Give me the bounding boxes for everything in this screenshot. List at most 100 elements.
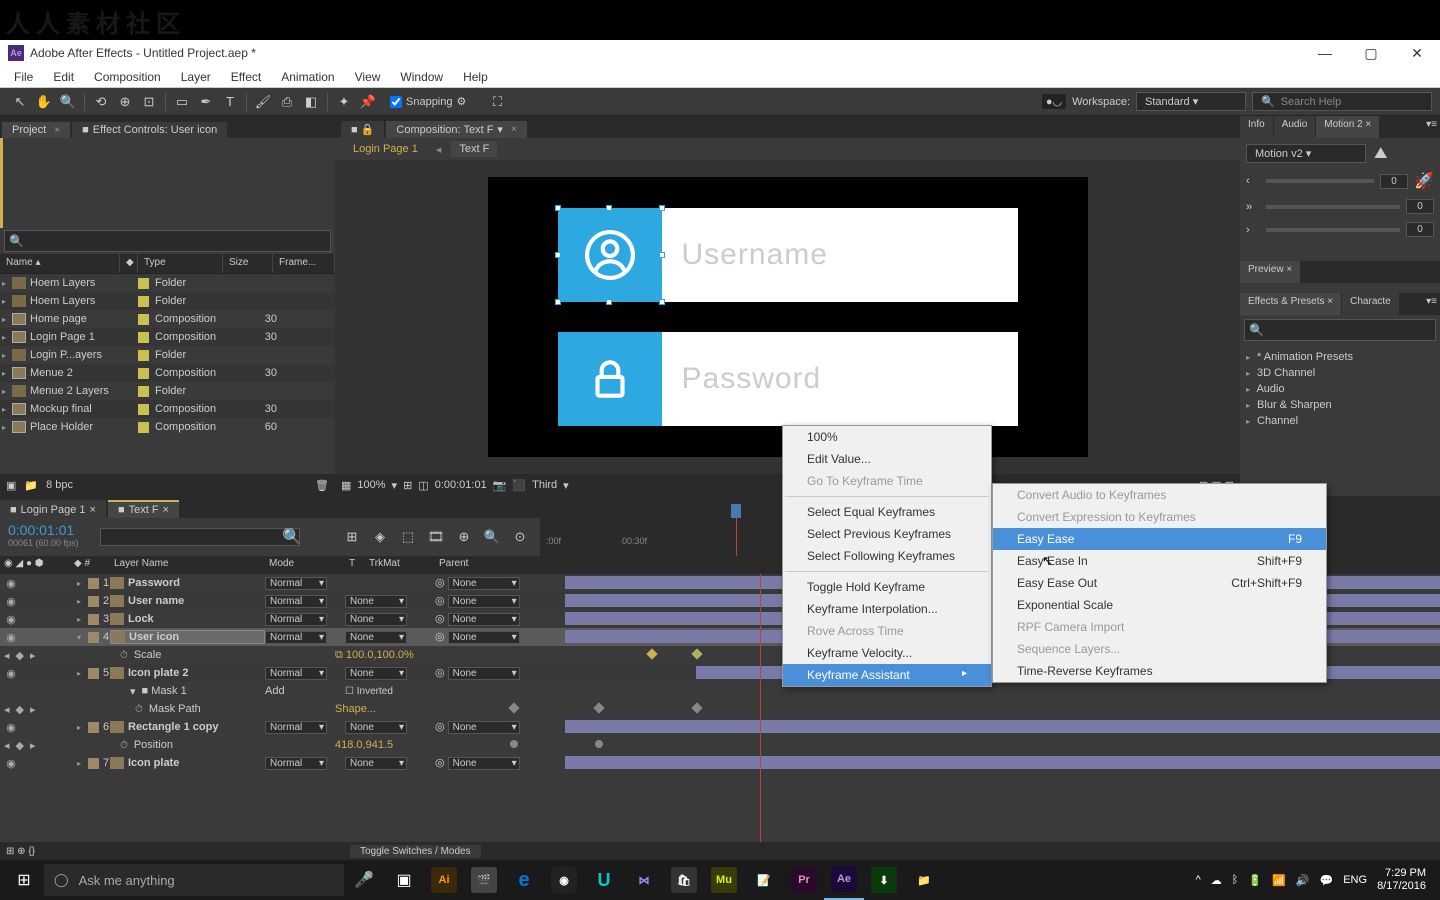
tray-action-icon[interactable]: 💬 [1320,874,1334,887]
tab-effects-presets[interactable]: Effects & Presets × [1240,293,1341,315]
context-menu-item[interactable]: Keyframe Velocity... [783,642,991,664]
context-menu-item[interactable]: 100% [783,426,991,448]
tl-tab-textf[interactable]: ■ Text F × [108,500,179,518]
project-row[interactable]: ▸Menue 2Composition30 [0,364,335,382]
context-menu-item[interactable]: Select Previous Keyframes [783,523,991,545]
app-muse[interactable]: Mu [704,860,744,900]
taskview-icon[interactable]: ▣ [384,860,424,900]
rect-tool-icon[interactable]: ▭ [171,91,193,113]
slider1-value[interactable]: 0 [1380,174,1408,189]
menu-effect[interactable]: Effect [221,70,271,84]
toggle-switches-button[interactable]: Toggle Switches / Modes [350,845,481,858]
timecode-display[interactable]: 0:00:01:01 [8,522,92,538]
tl-tab-login[interactable]: ■ Login Page 1 × [0,500,106,518]
tl-icon5[interactable]: ⊕ [453,526,475,548]
eraser-tool-icon[interactable]: ◧ [300,91,322,113]
preset-item[interactable]: ▸ 3D Channel [1244,365,1436,381]
preset-item[interactable]: ▸ Channel [1244,413,1436,429]
project-search-input[interactable]: 🔍 [4,230,331,252]
menu-window[interactable]: Window [390,70,453,84]
app-notes[interactable]: 📝 [744,860,784,900]
context-menu-item[interactable]: Easy Ease OutCtrl+Shift+F9 [993,572,1326,594]
app-illustrator[interactable]: Ai [424,860,464,900]
context-menu-item[interactable]: Select Following Keyframes [783,545,991,567]
tab-info[interactable]: Info [1240,116,1273,138]
project-row[interactable]: ▸Home pageComposition30 [0,310,335,328]
text-tool-icon[interactable]: T [219,91,241,113]
project-row[interactable]: ▸Menue 2 LayersFolder [0,382,335,400]
clone-tool-icon[interactable]: ⎙ [276,91,298,113]
menu-composition[interactable]: Composition [84,70,171,84]
col-t[interactable]: T [345,556,365,574]
start-button[interactable]: ⊞ [4,860,44,900]
zoom-select[interactable]: 100% [357,479,385,491]
project-row[interactable]: ▸Hoem LayersFolder [0,274,335,292]
context-menu-item[interactable]: Exponential Scale [993,594,1326,616]
app-edge[interactable]: e [504,860,544,900]
folder-new-icon[interactable]: 📁 [24,479,38,492]
preset-item[interactable]: ▸ Blur & Sharpen [1244,397,1436,413]
brush-tool-icon[interactable]: 🖌 [252,91,274,113]
interpret-icon[interactable]: ▣ [6,479,16,492]
snapshot-icon[interactable]: 📷 [493,479,507,492]
tray-wifi-icon[interactable]: 📶 [1272,874,1286,887]
tl-icon3[interactable]: ⬚ [397,526,419,548]
project-row[interactable]: ▸Login P...ayersFolder [0,346,335,364]
menu-layer[interactable]: Layer [171,70,221,84]
puppet-tool-icon[interactable]: 📌 [357,91,379,113]
context-menu-item[interactable]: Select Equal Keyframes [783,501,991,523]
tray-up-icon[interactable]: ^ [1196,874,1201,886]
expand-icon[interactable]: ⛶ [486,91,508,113]
channel-icon[interactable]: ⬛ [512,479,526,492]
slider1[interactable] [1266,179,1374,183]
timeline-layer-row[interactable]: ◉ ▸7 Icon plate Normal None ◎ None [0,754,1440,772]
tray-cloud-icon[interactable]: ☁ [1211,874,1222,887]
tl-icon6[interactable]: 🔍 [481,526,503,548]
minimize-button[interactable]: — [1302,40,1348,66]
breadcrumb-textf[interactable]: Text F [451,141,497,157]
app-visualstudio[interactable]: ⋈ [624,860,664,900]
context-menu-item[interactable]: Toggle Hold Keyframe [783,576,991,598]
context-menu-item[interactable]: Easy EaseF9 [993,528,1326,550]
tab-composition[interactable]: Composition: Text F ▾ × [386,121,526,138]
tab-preview[interactable]: Preview × [1240,261,1300,283]
search-help-input[interactable]: 🔍 Search Help [1252,92,1432,111]
app-idm[interactable]: ⬇ [864,860,904,900]
live-icon[interactable]: ●◡ [1042,94,1066,109]
trash-icon[interactable]: 🗑 [315,479,329,492]
menu-animation[interactable]: Animation [271,70,344,84]
app-store[interactable]: 🛍 [664,860,704,900]
comp-lock-icon[interactable]: ■ 🔒 [341,121,384,138]
tab-character[interactable]: Characte [1342,293,1399,315]
context-menu-item[interactable]: Keyframe Interpolation... [783,598,991,620]
playhead[interactable] [731,504,741,518]
snapping-options-icon[interactable]: ⚙ [457,95,467,108]
menu-edit[interactable]: Edit [43,70,84,84]
prop-position[interactable]: ◂◆▸⏱Position418.0,941.5 [0,736,1440,754]
tray-battery-icon[interactable]: 🔋 [1248,874,1262,887]
tab-audio[interactable]: Audio [1274,116,1316,138]
tray-clock[interactable]: 7:29 PM 8/17/2016 [1377,867,1426,893]
tab-effect-controls[interactable]: ■ Effect Controls: User icon [72,122,227,138]
app-explorer[interactable]: 📁 [904,860,944,900]
menu-help[interactable]: Help [453,70,498,84]
project-row[interactable]: ▸Login Page 1Composition30 [0,328,335,346]
tl-footer-icons[interactable]: ⊞ ⊕ {} [0,846,70,857]
col-layername[interactable]: Layer Name [110,556,265,574]
mic-icon[interactable]: 🎤 [344,860,384,900]
app-cinema4d[interactable]: ◉ [544,860,584,900]
col-trkmat[interactable]: TrkMat [365,556,435,574]
presets-search-input[interactable]: 🔍 [1244,319,1436,341]
app-clapperboard[interactable]: 🎬 [464,860,504,900]
mask-icon[interactable]: ◫ [418,479,428,492]
app-aftereffects[interactable]: Ae [824,860,864,900]
panel-menu-icon[interactable]: ▾≡ [1423,293,1440,315]
menu-file[interactable]: File [4,70,43,84]
hand-tool-icon[interactable]: ✋ [33,91,55,113]
preset-item[interactable]: ▸ * Animation Presets [1244,349,1436,365]
app-premiere[interactable]: Pr [784,860,824,900]
timeline-layer-row[interactable]: ◉ ▸6 Rectangle 1 copy Normal None ◎ None [0,718,1440,736]
context-menu-item[interactable]: Time-Reverse Keyframes [993,660,1326,682]
snapping-toggle[interactable]: Snapping ⚙ [390,95,466,108]
tray-bt-icon[interactable]: ᛒ [1232,874,1239,886]
